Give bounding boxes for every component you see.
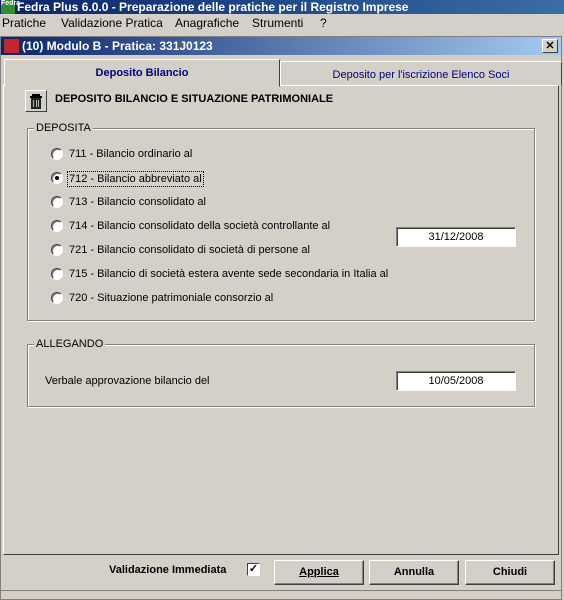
radio-button[interactable] [51,220,63,232]
window-icon [4,39,19,53]
menu-anagrafiche[interactable]: Anagrafiche [175,16,239,30]
trash-button[interactable] [25,90,47,112]
verbale-date-field[interactable]: 10/05/2008 [396,371,516,391]
radio-button[interactable] [51,244,63,256]
tab-deposito-bilancio[interactable]: Deposito Bilancio [4,59,280,87]
tab-deposito-elenco-soci[interactable]: Deposito per l'iscrizione Elenco Soci [280,61,562,86]
child-title-bar[interactable]: (10) Modulo B - Pratica: 331J0123 ✕ [1,37,561,55]
option-label: 715 - Bilancio di società estera avente … [69,268,389,280]
menu-help[interactable]: ? [320,16,327,30]
option-label: 721 - Bilancio consolidato di società di… [69,244,310,256]
close-icon[interactable]: ✕ [542,39,558,53]
option-label: 720 - Situazione patrimoniale consorzio … [69,292,274,304]
validazione-immediata-checkbox[interactable]: ✓ [247,563,260,576]
chiudi-button[interactable]: Chiudi [465,560,555,585]
menu-pratiche[interactable]: Pratiche [2,16,46,30]
chiudi-label: Chiudi [492,566,528,578]
radio-button[interactable] [51,292,63,304]
modulo-b-window: (10) Modulo B - Pratica: 331J0123 ✕ Depo… [0,36,562,600]
option-label: 714 - Bilancio consolidato della società… [69,220,331,232]
radio-button[interactable] [51,148,63,160]
child-window-title: (10) Modulo B - Pratica: 331J0123 [22,39,213,53]
app-title: Fedra Plus 6.0.0 - Preparazione delle pr… [17,0,409,14]
bilancio-abbreviato-date-field[interactable]: 31/12/2008 [396,227,516,247]
verbale-label: Verbale approvazione bilancio del [45,375,210,387]
option-label: 711 - Bilancio ordinario al [69,148,193,160]
annulla-label: Annulla [393,566,435,578]
radio-button[interactable] [51,196,63,208]
deposita-group: DEPOSITA 711 - Bilancio ordinario al 712… [27,122,535,321]
applica-button[interactable]: Applica [274,560,364,585]
status-strip [1,590,561,599]
trash-icon [30,94,42,109]
radio-button[interactable] [51,268,63,280]
checkbox-check-icon: ✓ [248,563,259,575]
allegando-group: ALLEGANDO Verbale approvazione bilancio … [27,338,535,407]
deposita-legend: DEPOSITA [34,122,93,134]
menu-strumenti[interactable]: Strumenti [252,16,303,30]
option-label: 713 - Bilancio consolidato al [69,196,206,208]
allegando-legend: ALLEGANDO [34,338,106,350]
menu-validazione-pratica[interactable]: Validazione Pratica [61,16,163,30]
section-title: DEPOSITO BILANCIO E SITUAZIONE PATRIMONI… [55,93,334,105]
validazione-immediata-label: Validazione Immediata [109,564,227,576]
app-logo-icon: Fedra [1,0,20,14]
radio-button-selected[interactable] [51,172,63,184]
annulla-button[interactable]: Annulla [369,560,459,585]
radio-dot-icon [55,176,59,180]
app-title-bar[interactable]: Fedra Fedra Plus 6.0.0 - Preparazione de… [0,0,564,14]
menu-bar: Pratiche Validazione Pratica Anagrafiche… [0,14,564,32]
applica-label: Applica [299,566,339,578]
option-label: 712 - Bilancio abbreviato al [67,171,204,187]
